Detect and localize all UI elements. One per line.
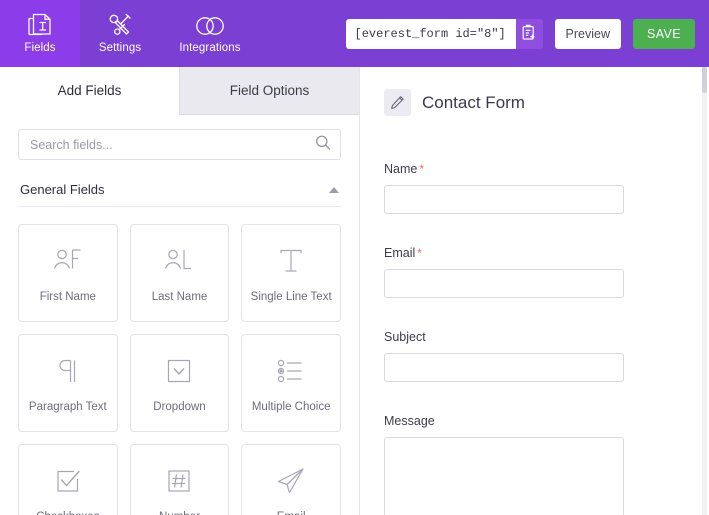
nav-tab-fields-label: Fields	[24, 42, 56, 55]
paper-plane-icon	[275, 464, 307, 498]
preview-field-label-text: Message	[384, 414, 435, 428]
radio-list-icon	[274, 354, 308, 388]
tab-add-fields-label: Add Fields	[57, 83, 122, 98]
field-card-checkboxes[interactable]: Checkboxes	[18, 444, 118, 515]
fields-panel: Add Fields Field Options Search fields..…	[0, 67, 360, 515]
form-builder-app: Fields Settings Integrations [everest_fo…	[0, 0, 709, 515]
preview-input-name[interactable]	[384, 185, 624, 214]
preview-field-label-text: Subject	[384, 330, 426, 344]
nav-tab-settings[interactable]: Settings	[80, 0, 160, 67]
field-card-dropdown[interactable]: Dropdown	[129, 334, 230, 432]
preview-field-name: Name *	[384, 162, 685, 214]
general-fields-title: General Fields	[20, 182, 105, 197]
field-card-label: Paragraph Text	[28, 400, 107, 413]
tab-field-options-label: Field Options	[229, 83, 310, 98]
tab-field-options[interactable]: Field Options	[179, 67, 359, 115]
overlapping-circles-icon	[193, 12, 227, 40]
form-title-row: Contact Form	[384, 89, 685, 116]
field-card-label: Number	[159, 511, 200, 515]
shortcode-input[interactable]	[345, 18, 516, 49]
app-body: Add Fields Field Options Search fields..…	[0, 67, 709, 515]
caret-up-icon[interactable]	[329, 186, 339, 193]
fields-panel-body: General Fields First Name	[0, 115, 359, 515]
nav-tab-integrations[interactable]: Integrations	[160, 0, 260, 67]
shortcode-group	[345, 18, 543, 49]
checkbox-icon	[53, 464, 83, 498]
field-card-email[interactable]: Email	[241, 444, 341, 515]
preview-button[interactable]: Preview	[554, 18, 621, 49]
preview-field-label: Email *	[384, 246, 685, 260]
preview-field-subject: Subject	[384, 330, 685, 382]
dropdown-chevron-icon	[164, 354, 194, 388]
header-nav-tabs: Fields Settings Integrations	[0, 0, 260, 67]
preview-field-label: Name *	[384, 162, 685, 176]
form-document-icon	[28, 12, 52, 40]
preview-field-label: Subject	[384, 330, 685, 344]
general-fields-section-header[interactable]: General Fields	[18, 176, 341, 207]
panel-tabs: Add Fields Field Options	[0, 67, 359, 115]
field-card-paragraph-text[interactable]: Paragraph Text	[18, 334, 118, 432]
search-input[interactable]	[18, 129, 341, 160]
field-card-label: Last Name	[151, 290, 208, 303]
person-first-name-icon	[51, 244, 85, 278]
pilcrow-icon	[53, 354, 83, 388]
preview-field-email: Email *	[384, 246, 685, 298]
nav-tab-settings-label: Settings	[98, 42, 142, 55]
tab-add-fields[interactable]: Add Fields	[0, 67, 179, 115]
vertical-scrollbar[interactable]	[702, 67, 707, 515]
page-title: Contact Form	[422, 92, 525, 112]
field-card-label: Multiple Choice	[251, 400, 331, 413]
save-button[interactable]: SAVE	[633, 18, 695, 49]
preview-input-email[interactable]	[384, 269, 624, 298]
clipboard-copy-icon	[521, 24, 537, 44]
field-card-label: Single Line Text	[250, 290, 332, 303]
search-fields-row	[18, 129, 341, 160]
copy-shortcode-button[interactable]	[515, 18, 543, 49]
nav-tab-integrations-label: Integrations	[179, 42, 241, 55]
field-card-last-name[interactable]: Last Name	[129, 224, 230, 322]
preview-field-label: Message	[384, 414, 685, 428]
required-asterisk: *	[419, 162, 425, 176]
preview-input-subject[interactable]	[384, 353, 624, 382]
field-card-label: Email	[277, 511, 306, 515]
field-card-single-line-text[interactable]: Single Line Text	[241, 224, 341, 322]
field-card-first-name[interactable]: First Name	[18, 224, 118, 322]
nav-tab-fields[interactable]: Fields	[0, 0, 80, 67]
form-preview-panel: Contact Form Name * Email * Subject Messag…	[360, 67, 709, 515]
preview-field-message: Message	[384, 414, 685, 515]
field-card-label: First Name	[39, 290, 96, 303]
preview-field-label-text: Name	[384, 162, 418, 176]
hash-number-icon	[164, 464, 194, 498]
tools-icon	[107, 12, 133, 40]
field-card-label: Dropdown	[153, 400, 206, 413]
required-asterisk: *	[417, 246, 422, 260]
field-card-number[interactable]: Number	[129, 444, 230, 515]
app-header: Fields Settings Integrations [everest_fo…	[0, 0, 709, 67]
pencil-edit-icon[interactable]	[384, 89, 411, 116]
header-actions: Preview SAVE	[345, 0, 709, 67]
field-card-multiple-choice[interactable]: Multiple Choice	[241, 334, 341, 432]
preview-textarea-message[interactable]	[384, 437, 624, 515]
field-type-grid: First Name Last Name Single Line Text Pa…	[18, 224, 341, 515]
person-last-name-icon	[162, 244, 196, 278]
scrollbar-thumb[interactable]	[702, 67, 707, 93]
text-t-icon	[276, 244, 306, 278]
preview-field-label-text: Email	[384, 246, 416, 260]
field-card-label: Checkboxes	[36, 511, 99, 515]
